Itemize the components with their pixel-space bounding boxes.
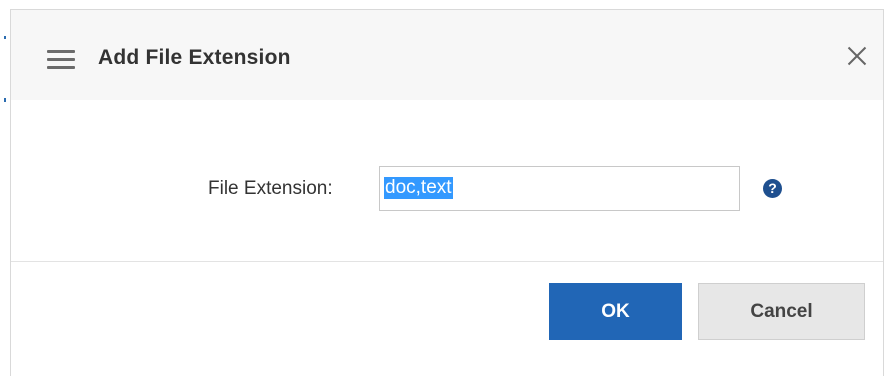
file-extension-label: File Extension: xyxy=(208,178,333,199)
edge-mark xyxy=(4,36,6,39)
hamburger-menu-icon xyxy=(47,50,75,70)
edge-mark xyxy=(4,98,6,102)
file-extension-input[interactable]: doc,text xyxy=(379,166,740,211)
close-icon[interactable] xyxy=(845,44,869,68)
help-icon[interactable]: ? xyxy=(763,179,782,198)
file-extension-value[interactable]: doc,text xyxy=(384,177,453,199)
add-file-extension-dialog: Add File Extension File Extension: doc,t… xyxy=(10,9,884,377)
dialog-header: Add File Extension xyxy=(11,10,883,101)
dialog-footer: OK Cancel xyxy=(11,261,883,377)
left-edge xyxy=(0,0,10,381)
dialog-body: File Extension: doc,text ? xyxy=(11,100,883,261)
ok-button[interactable]: OK xyxy=(549,283,682,340)
dialog-title: Add File Extension xyxy=(98,46,291,69)
cancel-button[interactable]: Cancel xyxy=(698,283,865,340)
